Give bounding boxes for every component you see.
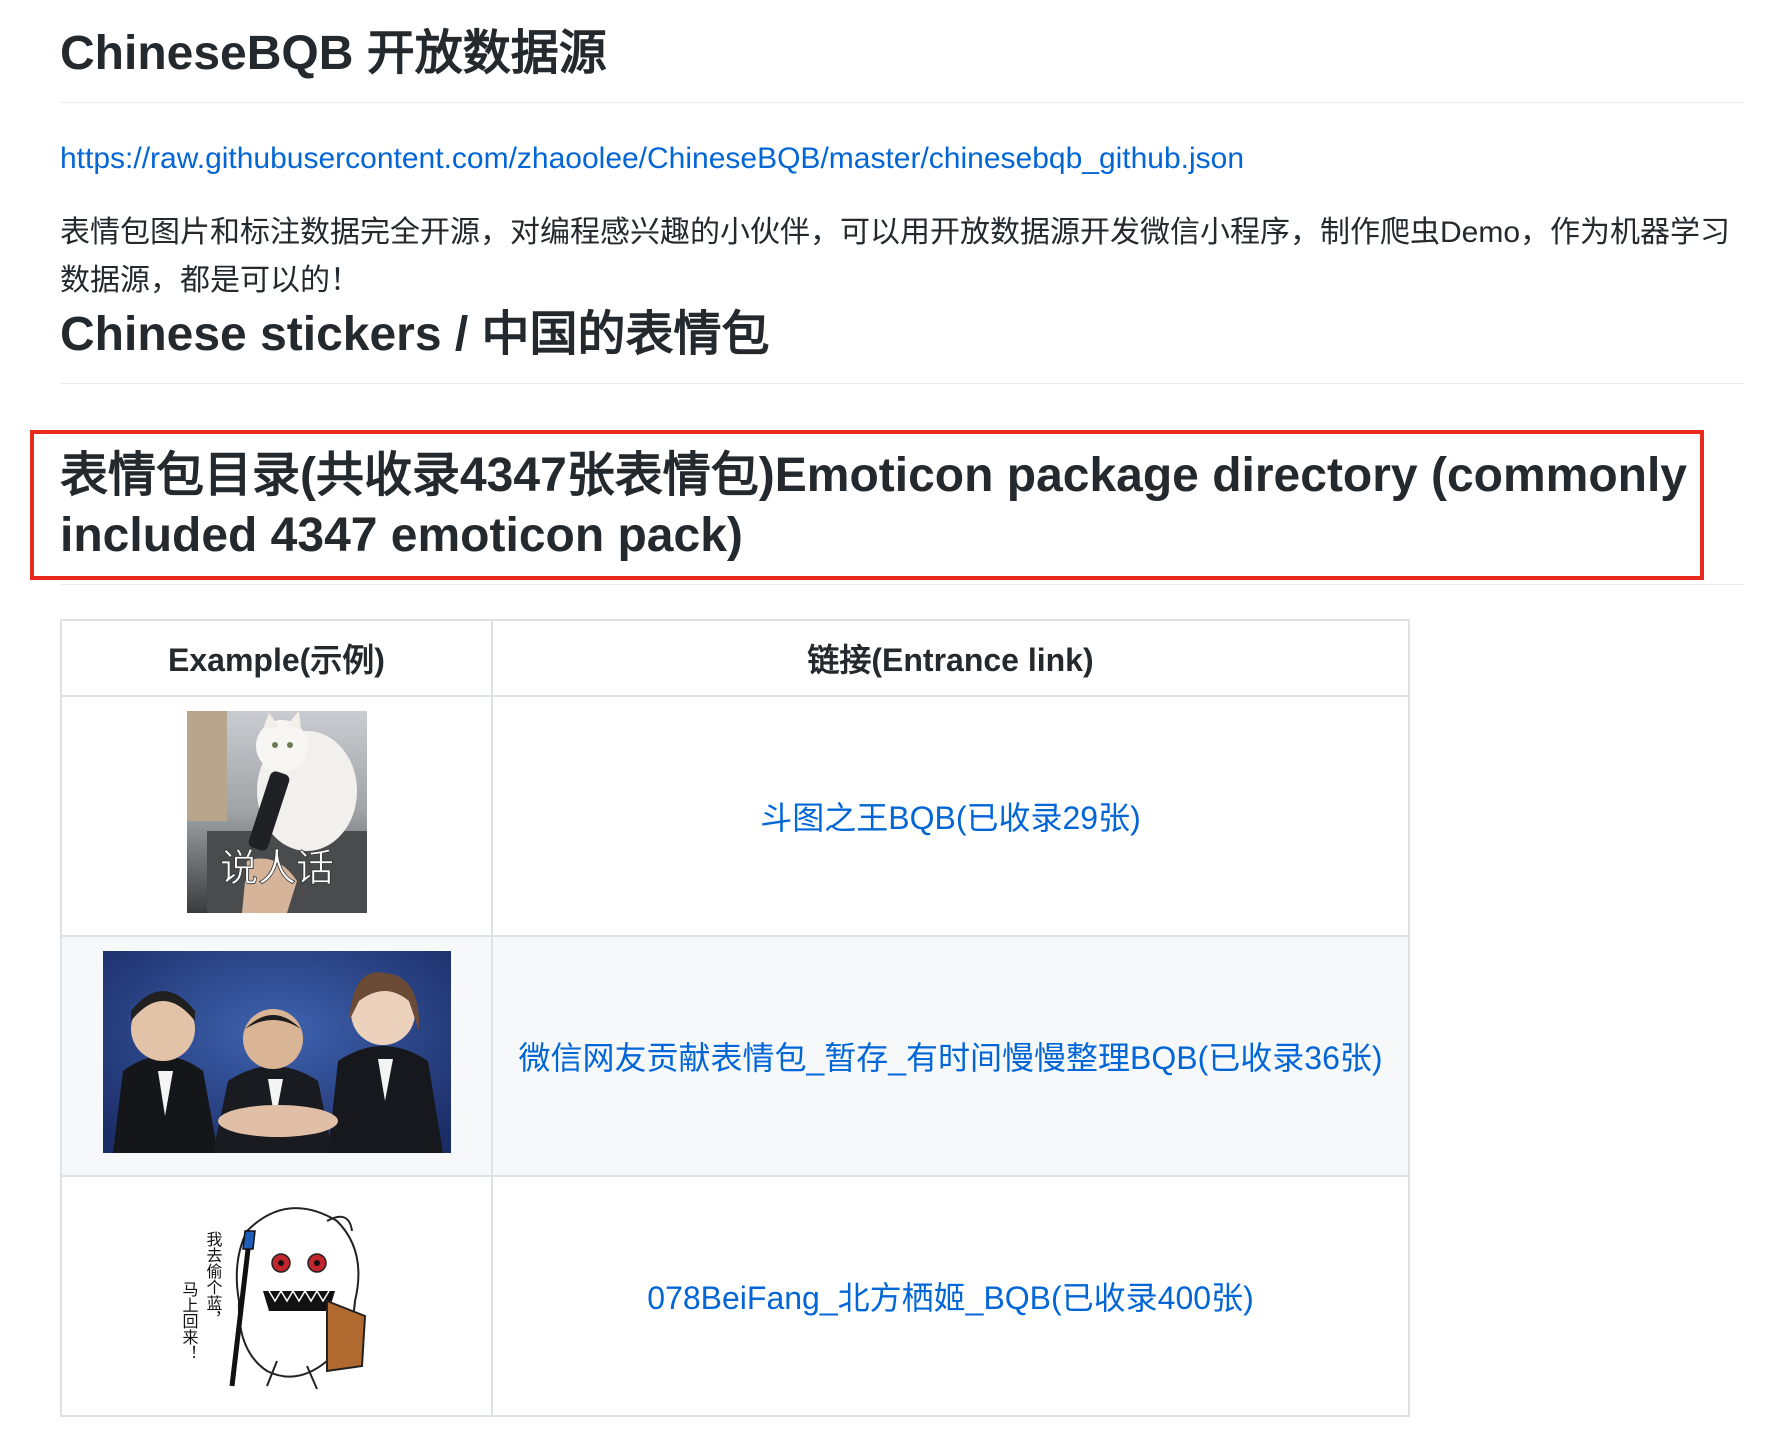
bqb-link-wechat-contrib[interactable]: 微信网友贡献表情包_暂存_有时间慢慢整理BQB(已收录36张) [518,1040,1382,1076]
example-cell [60,935,493,1177]
example-cell: 说人话 [60,695,493,937]
column-header-example: Example(示例) [60,619,493,697]
link-cell: 微信网友贡献表情包_暂存_有时间慢慢整理BQB(已收录36张) [491,935,1410,1177]
column-header-link: 链接(Entrance link) [491,619,1410,697]
link-cell: 078BeiFang_北方栖姬_BQB(已收录400张) [491,1175,1410,1417]
data-source-json-link[interactable]: https://raw.githubusercontent.com/zhaool… [60,139,1744,179]
example-cell: 我去偷个蓝， 马上回来！ [60,1175,493,1417]
heading-emoticon-directory: 表情包目录(共收录4347张表情包)Emoticon package direc… [60,436,1744,585]
cat-sticker-image[interactable]: 说人话 [186,711,367,921]
heading-open-data-source: ChineseBQB 开放数据源 [60,0,1744,103]
three-people-handshake-image[interactable] [102,951,451,1161]
thumb-caption-left: 马上回来！ [179,1281,198,1361]
thumb-caption-right: 我去偷个蓝， [203,1231,222,1327]
table-row: 说人话 斗图之王BQB(已收录29张) [60,695,1410,937]
anime-girl-sticker-image[interactable]: 我去偷个蓝， 马上回来！ [176,1191,377,1401]
table-header-row: Example(示例) 链接(Entrance link) [60,619,1410,697]
heading-chinese-stickers: Chinese stickers / 中国的表情包 [60,305,1744,384]
link-cell: 斗图之王BQB(已收录29张) [491,695,1410,937]
table-row: 微信网友贡献表情包_暂存_有时间慢慢整理BQB(已收录36张) [60,935,1410,1177]
thumb-caption: 说人话 [219,846,333,890]
bqb-link-beifang[interactable]: 078BeiFang_北方栖姬_BQB(已收录400张) [647,1280,1253,1316]
table-row: 我去偷个蓝， 马上回来！ 078BeiFang_北方栖姬_BQB(已收录400张… [60,1175,1410,1417]
description-paragraph: 表情包图片和标注数据完全开源，对编程感兴趣的小伙伴，可以用开放数据源开发微信小程… [60,216,1731,297]
emoticon-directory-table: Example(示例) 链接(Entrance link) 说人话 斗图之王BQ… [60,619,1410,1417]
readme-content: ChineseBQB 开放数据源 https://raw.githubuserc… [30,0,1744,1417]
directory-heading-wrapper: 表情包目录(共收录4347张表情包)Emoticon package direc… [30,430,1744,585]
bqb-link-doutu[interactable]: 斗图之王BQB(已收录29张) [760,800,1141,836]
